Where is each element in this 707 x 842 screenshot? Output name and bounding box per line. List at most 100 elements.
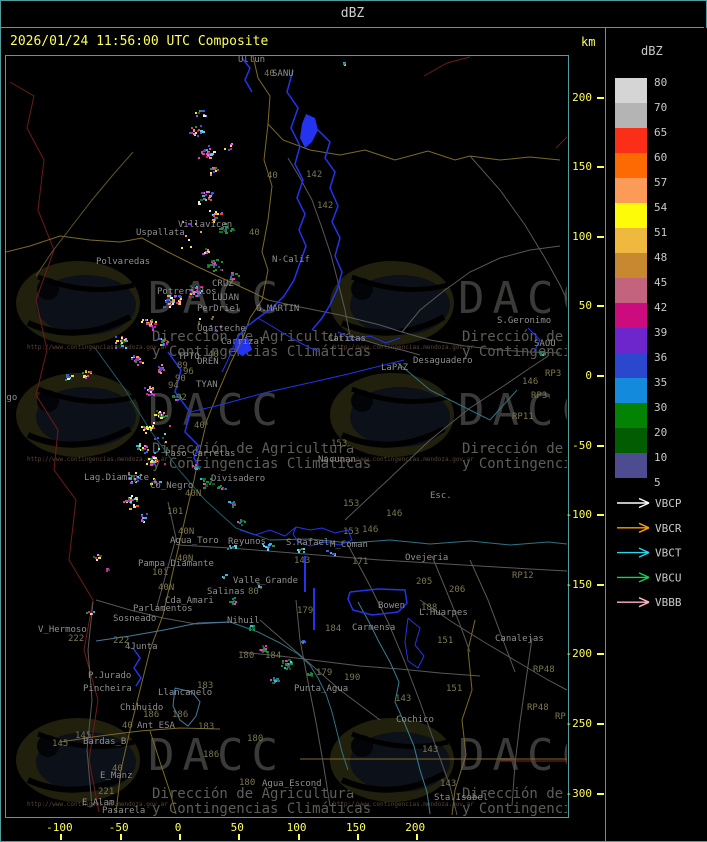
place-name-label: N-Calif	[272, 255, 310, 265]
radar-echo-pixel	[228, 501, 231, 503]
radar-echo-pixel	[203, 110, 205, 112]
radar-echo-pixel	[301, 548, 303, 550]
radar-echo-pixel	[231, 272, 233, 274]
colorbar-swatch	[615, 153, 647, 178]
radar-echo-pixel	[238, 275, 240, 277]
dacc-watermark-text: DACC	[458, 385, 567, 436]
y-axis-tick-label: 100	[572, 229, 592, 243]
radar-echo-pixel	[198, 321, 200, 323]
dacc-eye-logo	[330, 718, 454, 802]
dacc-eye-logo	[16, 373, 140, 457]
radar-echo-pixel	[121, 337, 123, 339]
place-name-label: 4Junta	[125, 642, 158, 652]
radar-echo-pixel	[166, 299, 169, 301]
route-number-label: 142	[306, 170, 322, 180]
radar-echo-pixel	[274, 680, 277, 682]
colorbar-value-label: 80	[654, 76, 668, 89]
radar-echo-pixel	[164, 338, 166, 340]
y-axis-tick	[597, 653, 604, 656]
place-name-label: Villavicen	[178, 220, 232, 230]
place-name-label: Pincheira	[83, 684, 132, 694]
radar-echo-pixel	[200, 110, 202, 112]
radar-echo-pixel	[263, 647, 265, 649]
radar-echo-pixel	[142, 319, 144, 321]
radar-echo-pixel	[141, 321, 143, 323]
route-number-label: 40	[112, 764, 123, 774]
radar-echo-pixel	[163, 412, 165, 414]
radar-echo-pixel	[198, 203, 201, 205]
place-name-label: Catitas	[328, 334, 366, 344]
radar-map: DACCDirección de Agriculturay Contingenc…	[6, 56, 567, 816]
radar-echo-pixel	[67, 378, 70, 380]
dacc-eye-logo	[330, 261, 454, 345]
radar-echo-pixel	[150, 461, 153, 463]
radar-echo-pixel	[200, 478, 202, 480]
radar-echo-pixel	[145, 319, 147, 321]
x-axis-tick	[416, 834, 419, 840]
radar-echo-pixel	[147, 449, 149, 451]
radar-echo-pixel	[540, 354, 542, 356]
route-number-label: 40N	[158, 583, 174, 593]
radar-echo-pixel	[209, 210, 211, 212]
route-number-label: 40	[267, 171, 278, 181]
radar-echo-pixel	[144, 517, 147, 519]
place-name-label: Valle_Grande	[233, 576, 298, 586]
radar-echo-pixel	[209, 157, 212, 159]
radar-echo-pixel	[218, 266, 220, 268]
radar-echo-pixel	[163, 343, 165, 345]
radar-echo-pixel	[135, 359, 137, 361]
route-number-label: 143	[422, 745, 438, 755]
vector-legend-item: VBBB	[617, 596, 682, 609]
place-name-label: Pasarela	[102, 806, 145, 816]
place-name-label: L.Huarpes	[419, 608, 468, 618]
radar-echo-pixel	[146, 393, 148, 395]
y-axis-tick	[597, 583, 604, 586]
radar-echo-pixel	[136, 445, 139, 447]
map-boundary-line	[555, 136, 567, 149]
place-name-label: Esc.	[430, 491, 452, 501]
radar-echo-pixel	[144, 387, 146, 389]
radar-echo-pixel	[270, 679, 272, 681]
radar-echo-pixel	[193, 129, 195, 131]
radar-echo-pixel	[284, 667, 286, 669]
route-number-label: 151	[437, 636, 453, 646]
radar-echo-pixel	[131, 495, 133, 497]
colorbar-swatch	[615, 328, 647, 353]
colorbar-value-label: 35	[654, 376, 668, 389]
radar-echo-pixel	[142, 520, 144, 522]
radar-echo-pixel	[234, 504, 236, 506]
dacc-watermark-tagline: Dirección de Agricultura	[152, 786, 354, 802]
radar-echo-pixel	[196, 466, 198, 468]
y-axis-tick	[597, 723, 604, 725]
radar-echo-pixel	[144, 452, 146, 454]
place-name-label: Carmensa	[352, 623, 395, 633]
radar-echo-pixel	[298, 551, 300, 553]
radar-echo-pixel	[68, 376, 70, 378]
radar-echo-pixel	[85, 377, 87, 379]
route-number-label: RP48	[533, 665, 555, 675]
radar-echo-pixel	[93, 611, 95, 613]
radar-echo-pixel	[159, 413, 161, 415]
radar-echo-pixel	[262, 645, 264, 647]
route-number-label: 40	[249, 228, 260, 238]
radar-echo-pixel	[199, 318, 201, 320]
radar-echo-pixel	[240, 521, 242, 523]
colorbar-swatch	[615, 253, 647, 278]
place-name-label: Canalejas	[495, 634, 544, 644]
radar-echo-pixel	[204, 478, 206, 480]
radar-echo-pixel	[197, 135, 199, 137]
y-axis-tick-label: -250	[565, 717, 593, 730]
colorbar-value-label: 51	[654, 226, 668, 239]
place-name-label: Desaguadero	[413, 356, 473, 366]
radar-echo-pixel	[217, 213, 219, 215]
radar-echo-pixel	[230, 276, 232, 278]
radar-echo-pixel	[268, 544, 271, 546]
route-number-label: 145	[52, 739, 68, 749]
colorbar-value-label: 60	[654, 151, 668, 164]
route-number-label: 153	[331, 439, 347, 449]
radar-echo-pixel	[343, 63, 345, 65]
radar-echo-pixel	[129, 508, 132, 510]
colorbar-title: dBZ	[641, 44, 663, 58]
radar-echo-pixel	[267, 549, 269, 551]
radar-echo-pixel	[234, 597, 236, 599]
